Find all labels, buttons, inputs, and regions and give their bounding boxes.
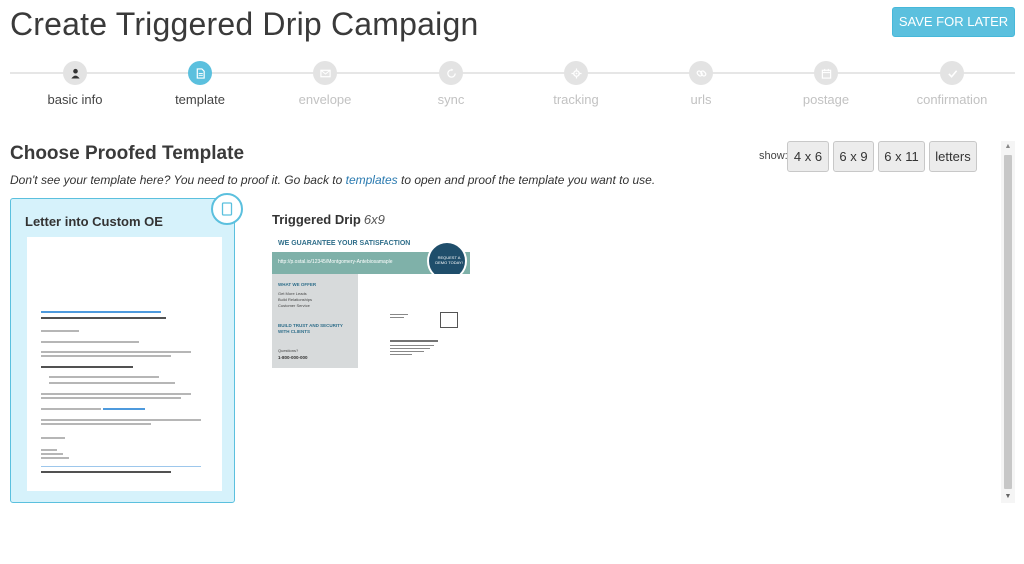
postcard-offer-title: WHAT WE OFFER xyxy=(278,282,317,287)
step-label: sync xyxy=(437,92,465,107)
size-filter-label: show: xyxy=(759,150,788,162)
scroll-thumb[interactable] xyxy=(1004,155,1012,489)
step-label: basic info xyxy=(47,92,103,107)
template-card-triggered-drip[interactable]: Triggered Drip 6x9 xyxy=(272,212,385,227)
page-title: Create Triggered Drip Campaign xyxy=(10,6,479,42)
postcard-offer-item: Get More Leads xyxy=(278,291,307,296)
postcard-headline: WE GUARANTEE YOUR SATISFACTION xyxy=(278,240,411,247)
step-label: confirmation xyxy=(916,92,988,107)
user-icon xyxy=(63,61,87,85)
save-for-later-button[interactable]: SAVE FOR LATER xyxy=(892,7,1015,37)
hint-text-after: to open and proof the template you want … xyxy=(397,173,656,187)
check-icon xyxy=(940,61,964,85)
size-letters-button[interactable]: letters xyxy=(929,141,977,172)
preview-icon[interactable] xyxy=(211,193,243,225)
postcard-question: Questions? xyxy=(278,348,299,353)
step-label: urls xyxy=(690,92,712,107)
postcard-preview-thumbnail[interactable]: WE GUARANTEE YOUR SATISFACTION http://p.… xyxy=(272,236,474,368)
template-hint: Don't see your template here? You need t… xyxy=(10,173,655,187)
step-envelope[interactable]: envelope xyxy=(265,60,385,107)
step-label: tracking xyxy=(553,92,599,107)
calendar-icon xyxy=(814,61,838,85)
step-postage[interactable]: postage xyxy=(766,60,886,107)
size-6x11-button[interactable]: 6 x 11 xyxy=(878,141,925,172)
templates-link[interactable]: templates xyxy=(346,173,398,187)
hint-text-before: Don't see your template here? You need t… xyxy=(10,173,346,187)
step-label: template xyxy=(175,92,225,107)
letter-preview-thumbnail xyxy=(27,237,222,491)
postage-stamp-icon xyxy=(440,312,458,328)
step-label: postage xyxy=(802,92,850,107)
postcard-offer-item: Build Relationships xyxy=(278,297,313,302)
postcard-badge-text: REQUEST A DEMO TODAY! xyxy=(435,255,463,265)
scroll-down-arrow-icon[interactable]: ▼ xyxy=(1001,491,1015,503)
postcard-url: http://p.ostal.io/12345/Montgomery-Anteb… xyxy=(278,259,393,265)
postcard-address-side xyxy=(372,274,474,368)
step-tracking[interactable]: tracking xyxy=(516,60,636,107)
progress-stepper: basic info template envelope sync tracki… xyxy=(10,60,1015,115)
sync-icon xyxy=(439,61,463,85)
tracking-icon xyxy=(564,61,588,85)
step-urls[interactable]: urls xyxy=(641,60,761,107)
link-icon xyxy=(689,61,713,85)
step-label: envelope xyxy=(298,92,352,107)
step-confirmation[interactable]: confirmation xyxy=(892,60,1012,107)
postcard-offer-panel: WHAT WE OFFER Get More Leads Build Relat… xyxy=(272,274,358,368)
template-card-title: Triggered Drip xyxy=(272,212,361,227)
template-card-letter[interactable]: Letter into Custom OE xyxy=(10,193,243,503)
document-icon xyxy=(188,61,212,85)
size-4x6-button[interactable]: 4 x 6 xyxy=(787,141,829,172)
step-sync[interactable]: sync xyxy=(391,60,511,107)
postcard-offer-item: Customer Service xyxy=(278,303,310,308)
postcard-phone: 1-800-000-000 xyxy=(278,355,308,360)
step-template[interactable]: template xyxy=(140,60,260,107)
template-card-title: Letter into Custom OE xyxy=(25,214,163,229)
envelope-icon xyxy=(313,61,337,85)
scroll-up-arrow-icon[interactable]: ▲ xyxy=(1001,141,1015,153)
step-basic-info[interactable]: basic info xyxy=(15,60,135,107)
section-title: Choose Proofed Template xyxy=(10,143,245,164)
size-6x9-button[interactable]: 6 x 9 xyxy=(833,141,874,172)
template-size-label: 6x9 xyxy=(363,212,385,227)
template-list-scrollbar[interactable]: ▲ ▼ xyxy=(1001,141,1015,503)
postcard-trust-text: BUILD TRUST AND SECURITY WITH CLIENTS xyxy=(278,323,343,334)
